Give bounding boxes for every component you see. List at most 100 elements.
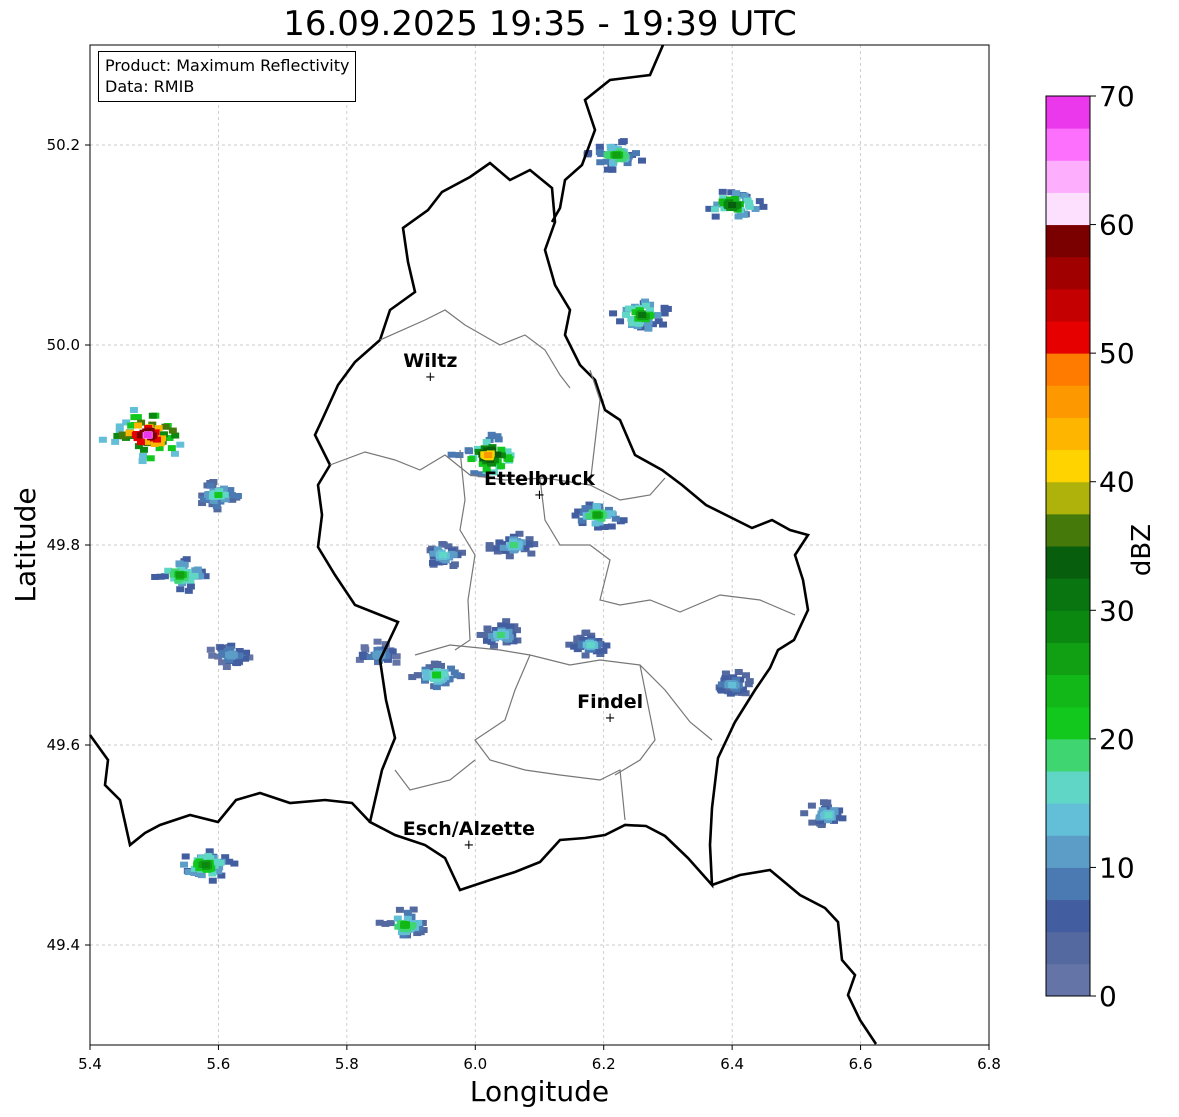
- echo-pixel: [392, 659, 401, 666]
- echo-pixel: [621, 311, 630, 318]
- colorbar-tick-label: 60: [1099, 209, 1135, 242]
- colorbar-swatch: [1046, 867, 1090, 901]
- echo-pixel: [595, 149, 604, 156]
- colorbar-swatch: [1046, 321, 1090, 354]
- colorbar-swatch: [1046, 578, 1090, 611]
- echo-pixel: [129, 406, 138, 413]
- y-tick-label: 50.0: [47, 336, 80, 354]
- colorbar-swatch: [1046, 96, 1090, 129]
- echo-core: [638, 312, 647, 318]
- echo-pixel: [607, 523, 616, 530]
- x-tick-label: 5.8: [335, 1055, 359, 1073]
- echo-pixel: [711, 213, 720, 220]
- echo-pixel: [609, 310, 618, 317]
- echo-pixel: [139, 452, 148, 459]
- echo-cell: [609, 298, 672, 332]
- echo-pixel: [606, 143, 615, 150]
- echo-pixel: [616, 318, 625, 325]
- echo-pixel: [464, 447, 473, 454]
- echo-core: [496, 632, 505, 638]
- echo-pixel: [595, 143, 604, 150]
- colorbar-swatch: [1046, 449, 1090, 483]
- colorbar-swatch: [1046, 160, 1090, 193]
- echo-pixel: [197, 872, 206, 879]
- echo-pixel: [755, 198, 764, 205]
- echo-core: [175, 572, 184, 578]
- echo-pixel: [611, 515, 620, 522]
- echo-pixel: [453, 672, 462, 679]
- colorbar-swatch: [1046, 963, 1090, 997]
- echo-pixel: [660, 310, 669, 317]
- echo-cell: [583, 138, 646, 173]
- echo-pixel: [182, 556, 191, 563]
- echo-pixel: [527, 550, 536, 557]
- echo-pixel: [422, 674, 431, 681]
- echo-core: [509, 542, 518, 548]
- echo-core: [824, 812, 833, 818]
- colorbar-tick-label: 10: [1099, 851, 1135, 884]
- y-axis-label: Latitude: [9, 487, 42, 602]
- echo-pixel: [449, 562, 458, 569]
- echo-pixel: [148, 412, 157, 419]
- x-axis-label: Longitude: [470, 1075, 609, 1108]
- echo-pixel: [619, 517, 628, 524]
- radar-map: +Wiltz+Ettelbruck+Findel+Esch/Alzette 5.…: [9, 44, 1135, 1108]
- colorbar-swatch: [1046, 771, 1090, 804]
- echo-pixel: [232, 660, 241, 667]
- x-tick-label: 6.8: [977, 1055, 1001, 1073]
- echo-core: [201, 862, 210, 868]
- y-tick-label: 49.6: [47, 736, 80, 754]
- echo-pixel: [717, 687, 726, 694]
- colorbar-swatch: [1046, 417, 1090, 451]
- echo-pixel: [718, 188, 727, 195]
- y-tick-label: 50.2: [47, 136, 80, 154]
- city-label: Ettelbruck: [484, 468, 595, 490]
- echo-pixel: [193, 566, 202, 573]
- echo-pixel: [596, 159, 605, 166]
- echo-pixel: [483, 625, 492, 632]
- echo-core: [439, 552, 448, 558]
- echo-pixel: [618, 139, 627, 146]
- colorbar-swatch: [1046, 288, 1090, 322]
- colorbar-tick-label: 50: [1099, 337, 1135, 370]
- echo-cell: [571, 501, 628, 531]
- echo-core: [484, 452, 493, 458]
- echo-core: [432, 672, 441, 678]
- echo-cell: [206, 642, 254, 670]
- echo-pixel: [485, 545, 494, 552]
- echo-pixel: [222, 663, 231, 670]
- x-tick-label: 6.0: [463, 1055, 487, 1073]
- echo-core: [586, 642, 595, 648]
- echo-pixel: [759, 203, 768, 210]
- product-info-box: Product: Maximum Reflectivity Data: RMIB: [98, 51, 357, 102]
- colorbar-swatch: [1046, 835, 1090, 868]
- x-tick-label: 5.6: [206, 1055, 230, 1073]
- echo-pixel: [660, 304, 669, 311]
- echo-core: [227, 652, 236, 658]
- echo-pixel: [467, 456, 476, 463]
- echo-pixel: [168, 427, 177, 434]
- colorbar-swatch: [1046, 546, 1090, 579]
- echo-pixel: [732, 190, 741, 197]
- echo-pixel: [134, 422, 143, 429]
- colorbar-swatch: [1046, 481, 1090, 515]
- echo-pixel: [208, 652, 217, 659]
- colorbar-tick-label: 70: [1099, 80, 1135, 113]
- colorbar-swatch: [1046, 674, 1090, 708]
- echo-cell: [375, 906, 428, 939]
- echo-pixel: [637, 157, 646, 164]
- echo-pixel: [745, 199, 754, 206]
- echo-core: [400, 922, 409, 928]
- product-label: Product: Maximum Reflectivity: [105, 56, 350, 75]
- echo-pixel: [373, 638, 382, 645]
- belgium-germany-border: [550, 44, 665, 223]
- colorbar-tick-label: 20: [1099, 723, 1135, 756]
- echo-pixel: [206, 646, 215, 653]
- echo-pixel: [455, 452, 464, 459]
- colorbar-swatch: [1046, 256, 1090, 290]
- colorbar-swatch: [1046, 706, 1090, 740]
- echo-pixel: [582, 629, 591, 636]
- echo-pixel: [395, 906, 404, 913]
- france-belgium-border: [88, 734, 371, 848]
- echo-pixel: [160, 573, 169, 580]
